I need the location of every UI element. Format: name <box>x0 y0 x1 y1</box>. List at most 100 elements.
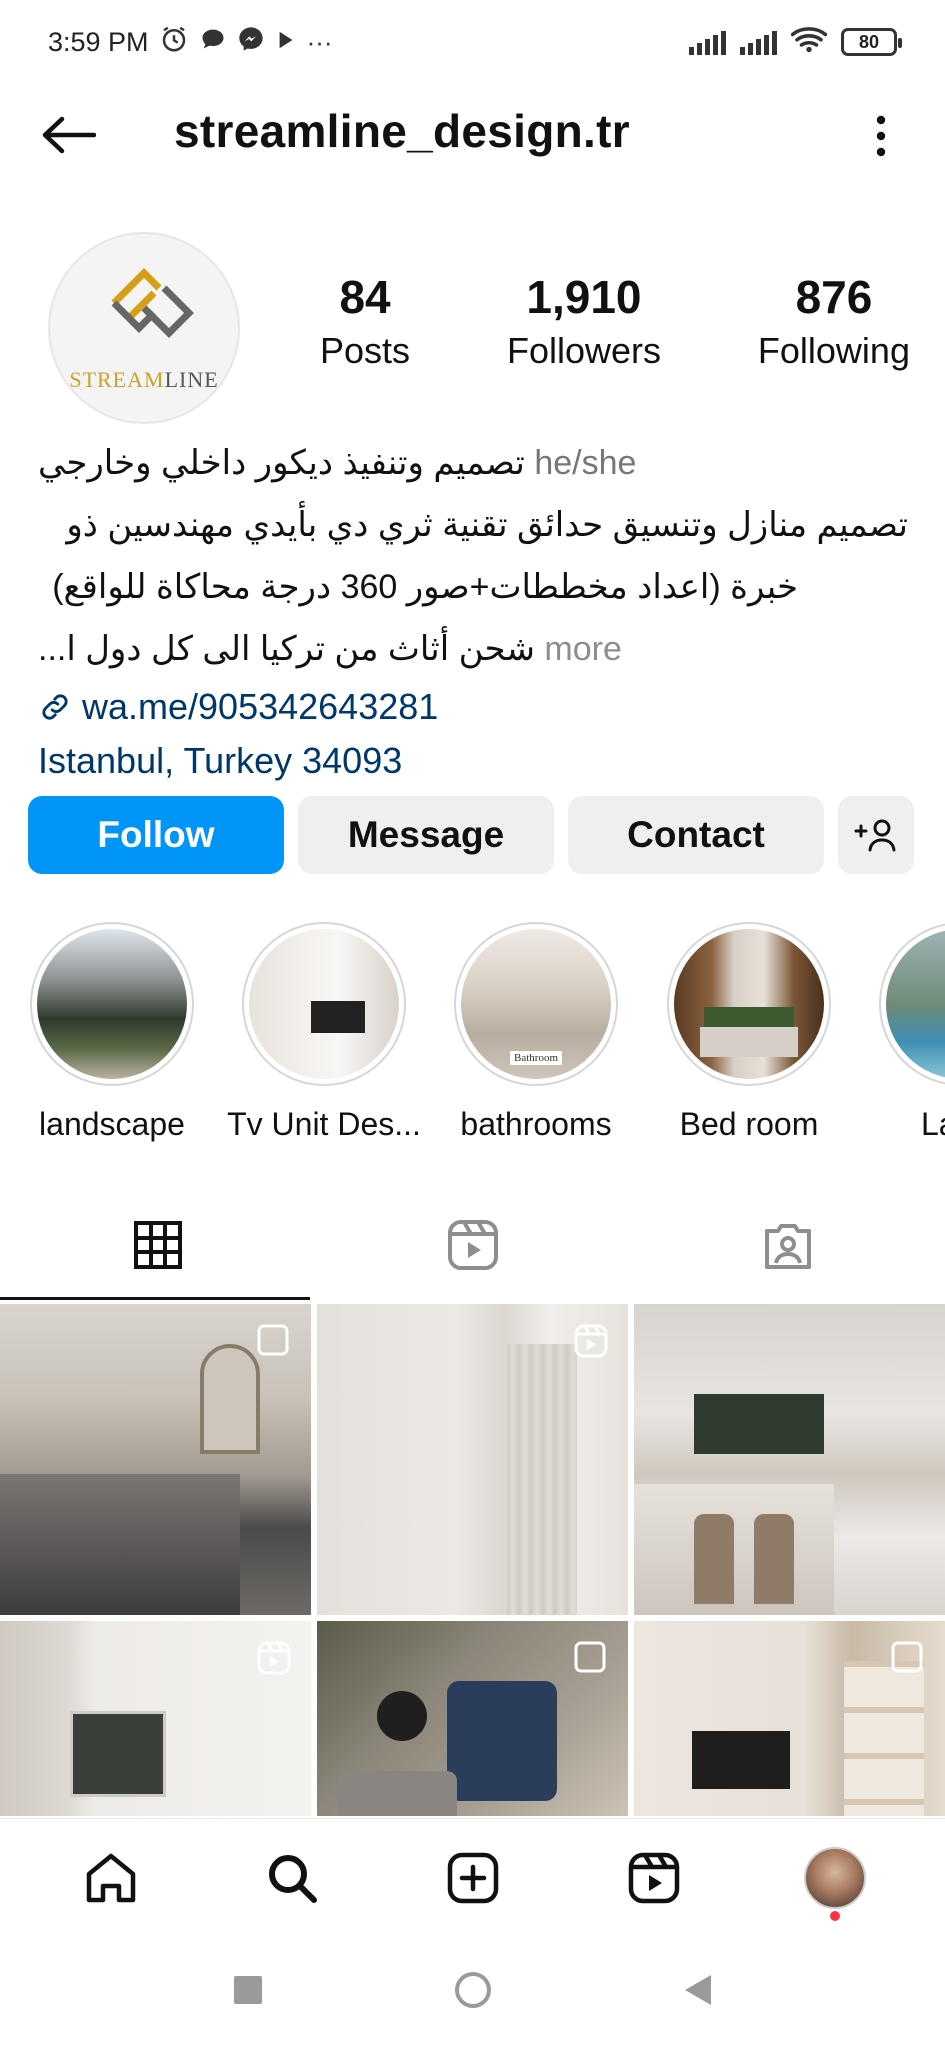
location-text[interactable]: Istanbul, Turkey 34093 <box>38 734 908 788</box>
tagged-user-icon <box>764 1224 811 1269</box>
bio-text-1: تصميم وتنفيذ ديكور داخلي وخارجي <box>38 444 525 482</box>
highlight-tv-unit[interactable]: Tv Unit Des... <box>227 922 421 1142</box>
post-tile[interactable] <box>634 1621 945 1816</box>
stat-following-label: Following <box>757 330 910 371</box>
signal-icon-2 <box>740 29 777 55</box>
nav-create[interactable] <box>428 1833 518 1923</box>
chat-bubble-icon <box>199 25 227 60</box>
profile-avatar[interactable]: STREAMLINE <box>48 232 240 424</box>
back-system-button[interactable] <box>683 1973 713 2012</box>
bio-line-1: تصميم وتنفيذ ديكور داخلي وخارجي he/she <box>38 432 908 494</box>
carousel-icon <box>257 1324 289 1356</box>
link-icon <box>42 694 68 720</box>
play-store-icon <box>275 27 297 58</box>
circle-icon <box>454 1971 491 2008</box>
stat-posts-value: 84 <box>339 271 391 323</box>
recent-apps-button[interactable] <box>233 1975 263 2010</box>
logo-wordmark: STREAMLINE <box>69 367 218 393</box>
streamline-logo-icon <box>111 268 194 338</box>
highlight-thumbnail <box>249 929 399 1079</box>
reel-icon <box>257 1641 291 1675</box>
bio-more-link[interactable]: more <box>544 630 621 668</box>
profile-username: streamline_design.tr <box>174 105 630 157</box>
carousel-icon <box>574 1641 606 1673</box>
highlight-label: Bed room <box>679 1106 819 1142</box>
highlight-label: landscape <box>39 1106 185 1142</box>
stat-following[interactable]: 876 Following <box>758 270 910 372</box>
status-time: 3:59 PM <box>48 26 149 57</box>
wifi-icon <box>790 25 828 60</box>
system-navigation <box>0 1936 945 2048</box>
website-url: wa.me/905342643281 <box>82 686 439 727</box>
highlight-label: Land <box>921 1106 945 1142</box>
highlight-bathrooms[interactable]: Bathroom bathrooms <box>451 922 621 1142</box>
reel-icon <box>574 1324 608 1358</box>
nav-home[interactable] <box>66 1833 156 1923</box>
bio-line-3: خبرة (اعداد مخططات+صور 360 درجة محاكاة ل… <box>52 568 798 606</box>
highlight-ring <box>30 922 194 1086</box>
contact-button[interactable]: Contact <box>568 796 824 874</box>
grid-icon <box>133 1221 182 1269</box>
bathroom-caption: Bathroom <box>510 1051 562 1065</box>
highlight-ring: Bathroom <box>454 922 618 1086</box>
tab-tagged[interactable] <box>630 1190 945 1300</box>
highlight-landscape[interactable]: landscape <box>27 922 197 1142</box>
reels-icon <box>628 1852 679 1903</box>
stat-followers[interactable]: 1,910 Followers <box>507 270 661 372</box>
tab-grid[interactable] <box>0 1190 315 1300</box>
profile-header: streamline_design.tr <box>0 92 945 178</box>
highlight-land[interactable]: Land <box>876 922 945 1142</box>
highlight-thumbnail <box>886 929 945 1079</box>
nav-search[interactable] <box>247 1833 337 1923</box>
highlight-thumbnail <box>674 929 824 1079</box>
profile-bio: تصميم وتنفيذ ديكور داخلي وخارجي he/she ت… <box>38 432 908 788</box>
bio-line-2: تصميم منازل وتنسيق حدائق تقنية ثري دي بأ… <box>66 506 908 544</box>
profile-actions: Follow Message Contact <box>28 796 916 874</box>
highlight-label: Tv Unit Des... <box>227 1106 421 1142</box>
add-post-icon <box>447 1852 498 1903</box>
highlight-thumbnail: Bathroom <box>461 929 611 1079</box>
highlight-bed-room[interactable]: Bed room <box>664 922 834 1142</box>
triangle-back-icon <box>684 1974 711 2005</box>
options-button[interactable] <box>861 108 901 164</box>
home-system-button[interactable] <box>453 1970 493 2015</box>
logo-gold: STREAM <box>69 367 165 392</box>
status-more: ··· <box>306 26 333 57</box>
suggest-users-button[interactable] <box>838 796 914 874</box>
alarm-icon <box>159 24 189 61</box>
message-button[interactable]: Message <box>298 796 554 874</box>
pronouns: he/she <box>534 444 637 482</box>
back-button[interactable] <box>38 110 98 160</box>
nav-profile[interactable] <box>790 1833 880 1923</box>
highlight-ring <box>242 922 406 1086</box>
highlight-ring <box>879 922 945 1086</box>
follow-button[interactable]: Follow <box>28 796 284 874</box>
profile-tabs <box>0 1190 945 1300</box>
post-tile[interactable] <box>317 1621 628 1816</box>
user-avatar <box>803 1846 866 1909</box>
bottom-navigation <box>0 1818 945 1936</box>
stat-following-value: 876 <box>795 271 873 323</box>
post-tile[interactable] <box>634 1304 945 1615</box>
highlight-ring <box>667 922 831 1086</box>
bio-text-4: شحن أثاث من تركيا الى كل دول ا... <box>38 630 535 668</box>
post-tile[interactable] <box>0 1621 311 1816</box>
messenger-icon <box>237 25 265 60</box>
stat-posts[interactable]: 84 Posts <box>320 270 410 372</box>
add-user-icon <box>854 819 896 852</box>
post-tile[interactable] <box>317 1304 628 1615</box>
status-left: 3:59 PM ··· <box>48 24 333 61</box>
status-bar: 3:59 PM ··· 80 <box>0 0 945 84</box>
post-grid <box>0 1304 945 1816</box>
reels-icon <box>447 1220 498 1270</box>
search-icon <box>268 1854 317 1903</box>
status-right: 80 <box>689 25 902 60</box>
post-tile[interactable] <box>0 1304 311 1615</box>
signal-icon <box>689 29 726 55</box>
nav-reels[interactable] <box>609 1833 699 1923</box>
website-link[interactable]: wa.me/905342643281 <box>38 680 908 734</box>
logo-dark: LINE <box>164 367 219 392</box>
battery-icon: 80 <box>841 28 902 56</box>
highlight-thumbnail <box>37 929 187 1079</box>
tab-reels[interactable] <box>315 1190 630 1300</box>
